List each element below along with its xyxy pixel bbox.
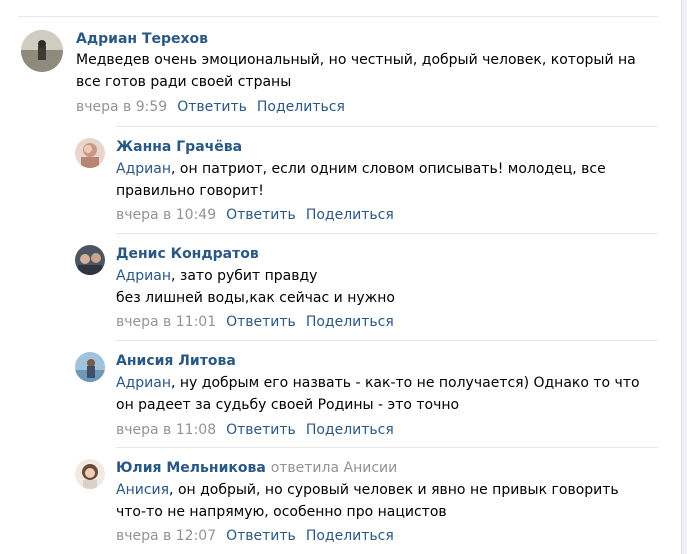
reply-button[interactable]: Ответить <box>177 99 247 115</box>
comment-text-content: , ну добрым его назвать - как-то не полу… <box>170 375 640 391</box>
comment-text: Анисия, он добрый, но суровый человек и … <box>116 479 619 523</box>
comment-text-content: , зато рубит правду <box>170 268 318 284</box>
share-button[interactable]: Поделиться <box>306 422 394 438</box>
comment-text-line: Анисия, он добрый, но суровый человек и … <box>116 479 619 501</box>
avatar[interactable] <box>75 459 105 489</box>
avatar[interactable] <box>75 245 105 275</box>
comment-divider <box>116 340 658 341</box>
comment-author[interactable]: Жанна Грачёва <box>116 139 242 156</box>
mention-link[interactable]: Адриан <box>116 268 171 284</box>
comment-meta: вчера в 12:07 Ответить Поделиться <box>116 528 394 545</box>
comment-text-content: , он добрый, но суровый человек и явно н… <box>169 482 619 498</box>
avatar[interactable] <box>75 352 105 382</box>
comment-divider <box>116 126 658 127</box>
user-photo-avatar <box>75 245 105 275</box>
avatar[interactable] <box>21 30 63 72</box>
comment-text-line: Адриан, ну добрым его назвать - как-то н… <box>116 372 640 394</box>
user-photo-avatar <box>21 30 63 72</box>
share-button[interactable]: Поделиться <box>306 207 394 223</box>
comment-divider <box>116 233 658 234</box>
comment-text-line: Адриан, он патриот, если одним словом оп… <box>116 158 606 180</box>
comment-text: Медведев очень эмоциональный, но честный… <box>76 49 636 93</box>
comment-author[interactable]: Адриан Терехов <box>76 31 208 48</box>
top-divider <box>18 16 658 17</box>
comment-text-content: , он патриот, если одним словом описыват… <box>170 161 606 177</box>
comment-timestamp[interactable]: вчера в 9:59 <box>76 99 167 115</box>
comment-text: Адриан, зато рубит правду без лишней вод… <box>116 265 395 309</box>
user-photo-avatar <box>75 352 105 382</box>
comment-meta: вчера в 10:49 Ответить Поделиться <box>116 207 394 224</box>
comment-text-line: без лишней воды,как сейчас и нужно <box>116 290 395 306</box>
share-button[interactable]: Поделиться <box>306 528 394 544</box>
avatar[interactable] <box>75 138 105 168</box>
reply-button[interactable]: Ответить <box>226 422 296 438</box>
comment-divider <box>116 447 658 448</box>
comment-text-line: Адриан, зато рубит правду <box>116 265 395 287</box>
comment-meta: вчера в 9:59 Ответить Поделиться <box>76 99 345 116</box>
comment-text: Адриан, он патриот, если одним словом оп… <box>116 158 606 202</box>
comment-text-line: что-то не напрямую, особенно про нацисто… <box>116 504 447 520</box>
comment-text: Адриан, ну добрым его назвать - как-то н… <box>116 372 640 416</box>
mention-link[interactable]: Анисия <box>116 482 169 498</box>
comment-author[interactable]: Анисия Литова <box>116 353 236 370</box>
comment-text-line: он радеет за судьбу своей Родины - это т… <box>116 397 460 413</box>
comment-text-line: правильно говорит! <box>116 183 264 199</box>
comment-meta: вчера в 11:08 Ответить Поделиться <box>116 422 394 439</box>
share-button[interactable]: Поделиться <box>306 314 394 330</box>
mention-link[interactable]: Адриан <box>116 375 171 391</box>
mention-link[interactable]: Адриан <box>116 161 171 177</box>
comment-meta: вчера в 11:01 Ответить Поделиться <box>116 314 394 331</box>
comment-text-line: все готов ради своей страны <box>76 74 292 90</box>
comment-timestamp[interactable]: вчера в 11:08 <box>116 422 216 438</box>
comment-text-line: Медведев очень эмоциональный, но честный… <box>76 52 636 68</box>
comment-author[interactable]: Юлия Мельникова <box>116 460 266 476</box>
comment-author-line: Юлия Мельникова ответила Анисии <box>116 460 397 477</box>
comment-timestamp[interactable]: вчера в 12:07 <box>116 528 216 544</box>
comment-author[interactable]: Денис Кондратов <box>116 246 259 263</box>
reply-to-note[interactable]: ответила Анисии <box>271 460 398 476</box>
reply-button[interactable]: Ответить <box>226 528 296 544</box>
user-photo-avatar <box>75 138 105 168</box>
reply-button[interactable]: Ответить <box>226 314 296 330</box>
reply-button[interactable]: Ответить <box>226 207 296 223</box>
user-photo-avatar <box>75 459 105 489</box>
page-scroll-edge <box>681 0 687 554</box>
comment-timestamp[interactable]: вчера в 11:01 <box>116 314 216 330</box>
share-button[interactable]: Поделиться <box>257 99 345 115</box>
comment-timestamp[interactable]: вчера в 10:49 <box>116 207 216 223</box>
